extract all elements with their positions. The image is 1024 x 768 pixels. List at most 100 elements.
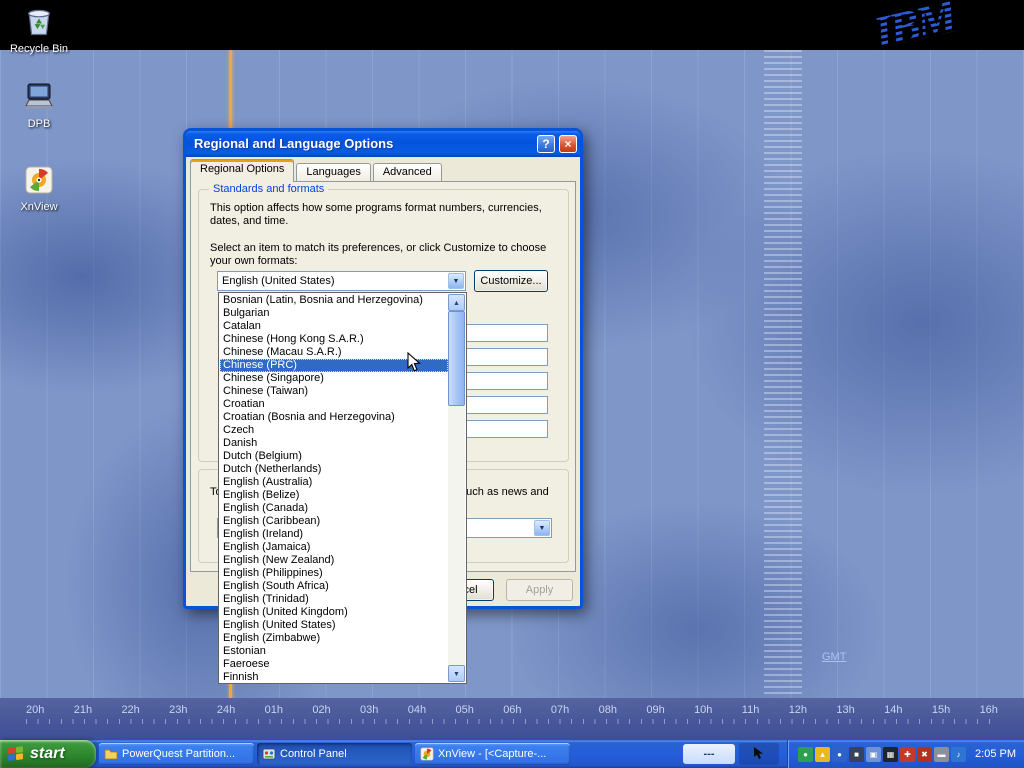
dpb-desktop-icon[interactable]: DPB [3,82,75,130]
language-option[interactable]: Czech [220,424,448,437]
language-option[interactable]: English (Australia) [220,476,448,489]
taskbar-task-control-panel[interactable]: Control Panel [257,743,412,765]
timezone-label: 13h [836,704,854,716]
recycle-bin-desktop-icon[interactable]: Recycle Bin [3,5,75,55]
timezone-label: 21h [74,704,92,716]
tray-dark-device-icon[interactable]: ■ [849,747,864,762]
language-option[interactable]: Bulgarian [220,307,448,320]
scrollbar-thumb[interactable] [448,311,465,406]
language-format-combobox[interactable]: English (United States) ▼ [217,271,466,291]
taskbar-task-xnview[interactable]: XnView - [<Capture-... [415,743,570,765]
language-option[interactable]: English (Trinidad) [220,593,448,606]
timezone-label: 08h [599,704,617,716]
timezone-label: 03h [360,704,378,716]
timezone-label: 05h [455,704,473,716]
scroll-down-arrow-icon[interactable]: ▼ [448,665,465,682]
language-format-value: English (United States) [222,275,335,287]
laptop-icon [3,82,75,115]
system-tray: ●▲●■▣▦✚✖▬♪ 2:05 PM [787,740,1024,768]
taskbar-overflow-button[interactable]: --- [683,744,735,764]
language-option[interactable]: Chinese (Hong Kong S.A.R.) [220,333,448,346]
tray-grid-icon[interactable]: ▦ [883,747,898,762]
timezone-label: 07h [551,704,569,716]
language-option[interactable]: Chinese (Macau S.A.R.) [220,346,448,359]
language-option[interactable]: Dutch (Netherlands) [220,463,448,476]
language-option[interactable]: Estonian [220,645,448,658]
language-option[interactable]: Dutch (Belgium) [220,450,448,463]
language-option[interactable]: English (United States) [220,619,448,632]
language-option[interactable]: English (New Zealand) [220,554,448,567]
dialog-title: Regional and Language Options [194,136,393,151]
language-option[interactable]: Chinese (PRC) [220,359,448,372]
timezone-label: 01h [265,704,283,716]
language-option[interactable]: English (Caribbean) [220,515,448,528]
language-option[interactable]: English (Canada) [220,502,448,515]
language-option[interactable]: Croatian [220,398,448,411]
tray-yellow-shield-icon[interactable]: ▲ [815,747,830,762]
language-option[interactable]: English (Jamaica) [220,541,448,554]
help-button[interactable]: ? [537,135,555,153]
tray-display-icon[interactable]: ▣ [866,747,881,762]
language-option[interactable]: English (Ireland) [220,528,448,541]
list-scrollbar[interactable]: ▲ ▼ [448,294,465,682]
language-option[interactable]: Finnish [220,671,448,682]
xnview-task-icon [420,747,434,761]
dialog-titlebar: Regional and Language Options ? × [186,131,580,157]
start-label: start [30,745,65,763]
language-option[interactable]: Bosnian (Latin, Bosnia and Herzegovina) [220,294,448,307]
standards-instruction-line2: your own formats: [210,255,297,268]
taskbar: start PowerQuest Partition... Control Pa… [0,740,1024,768]
scroll-up-arrow-icon[interactable]: ▲ [448,294,465,311]
tray-red-cross-icon[interactable]: ✖ [917,747,932,762]
date-line-band [764,50,802,700]
timezone-label: 20h [26,704,44,716]
control-panel-icon [262,747,276,761]
location-combo-arrow-icon[interactable]: ▼ [534,520,550,536]
timezone-strip: 20h21h22h23h24h01h02h03h04h05h06h07h08h0… [0,698,1024,740]
tray-red-badge-icon[interactable]: ✚ [900,747,915,762]
tab-regional-options[interactable]: Regional Options [190,159,294,182]
language-option[interactable]: English (Zimbabwe) [220,632,448,645]
customize-button[interactable]: Customize... [474,270,548,292]
standards-instruction-line1: Select an item to match its preferences,… [210,242,546,255]
tray-blue-globe-icon[interactable]: ● [832,747,847,762]
language-option[interactable]: Catalan [220,320,448,333]
start-button[interactable]: start [0,740,96,768]
combo-dropdown-arrow-icon[interactable]: ▼ [448,273,464,289]
language-option[interactable]: English (South Africa) [220,580,448,593]
language-option[interactable]: English (Philippines) [220,567,448,580]
timezone-label: 10h [694,704,712,716]
tray-icons: ●▲●■▣▦✚✖▬♪ [798,747,966,762]
timezone-label: 11h [742,704,760,716]
timezone-ticks [26,719,998,724]
xnview-icon [3,165,75,198]
language-option[interactable]: Danish [220,437,448,450]
timezone-label: 23h [169,704,187,716]
standards-description-line1: This option affects how some programs fo… [210,202,542,215]
language-option[interactable]: English (Belize) [220,489,448,502]
apply-button[interactable]: Apply [506,579,573,601]
top-band: IBM [0,0,1024,50]
tray-gray-chip-icon[interactable]: ▬ [934,747,949,762]
language-option[interactable]: Faeroese [220,658,448,671]
language-option[interactable]: English (United Kingdom) [220,606,448,619]
tab-advanced[interactable]: Advanced [373,163,442,182]
tray-blue-audio-icon[interactable]: ♪ [951,747,966,762]
ibm-logo: IBM [869,0,959,59]
language-option[interactable]: Chinese (Taiwan) [220,385,448,398]
timezone-label: 14h [884,704,902,716]
taskbar-task-powerquest[interactable]: PowerQuest Partition... [99,743,254,765]
timezone-label: 04h [408,704,426,716]
close-button[interactable]: × [559,135,577,153]
tab-languages[interactable]: Languages [296,163,370,182]
language-option[interactable]: Croatian (Bosnia and Herzegovina) [220,411,448,424]
timezone-label: 12h [789,704,807,716]
desktop: GMT 20h21h22h23h24h01h02h03h04h05h06h07h… [0,0,1024,768]
tray-green-orb-icon[interactable]: ● [798,747,813,762]
folder-icon [104,747,118,761]
xnview-desktop-icon[interactable]: XnView [3,165,75,213]
taskbar-misc-button[interactable] [739,743,779,765]
standards-description-line2: dates, and time. [210,215,288,228]
language-option[interactable]: Chinese (Singapore) [220,372,448,385]
task-label: PowerQuest Partition... [122,748,235,760]
